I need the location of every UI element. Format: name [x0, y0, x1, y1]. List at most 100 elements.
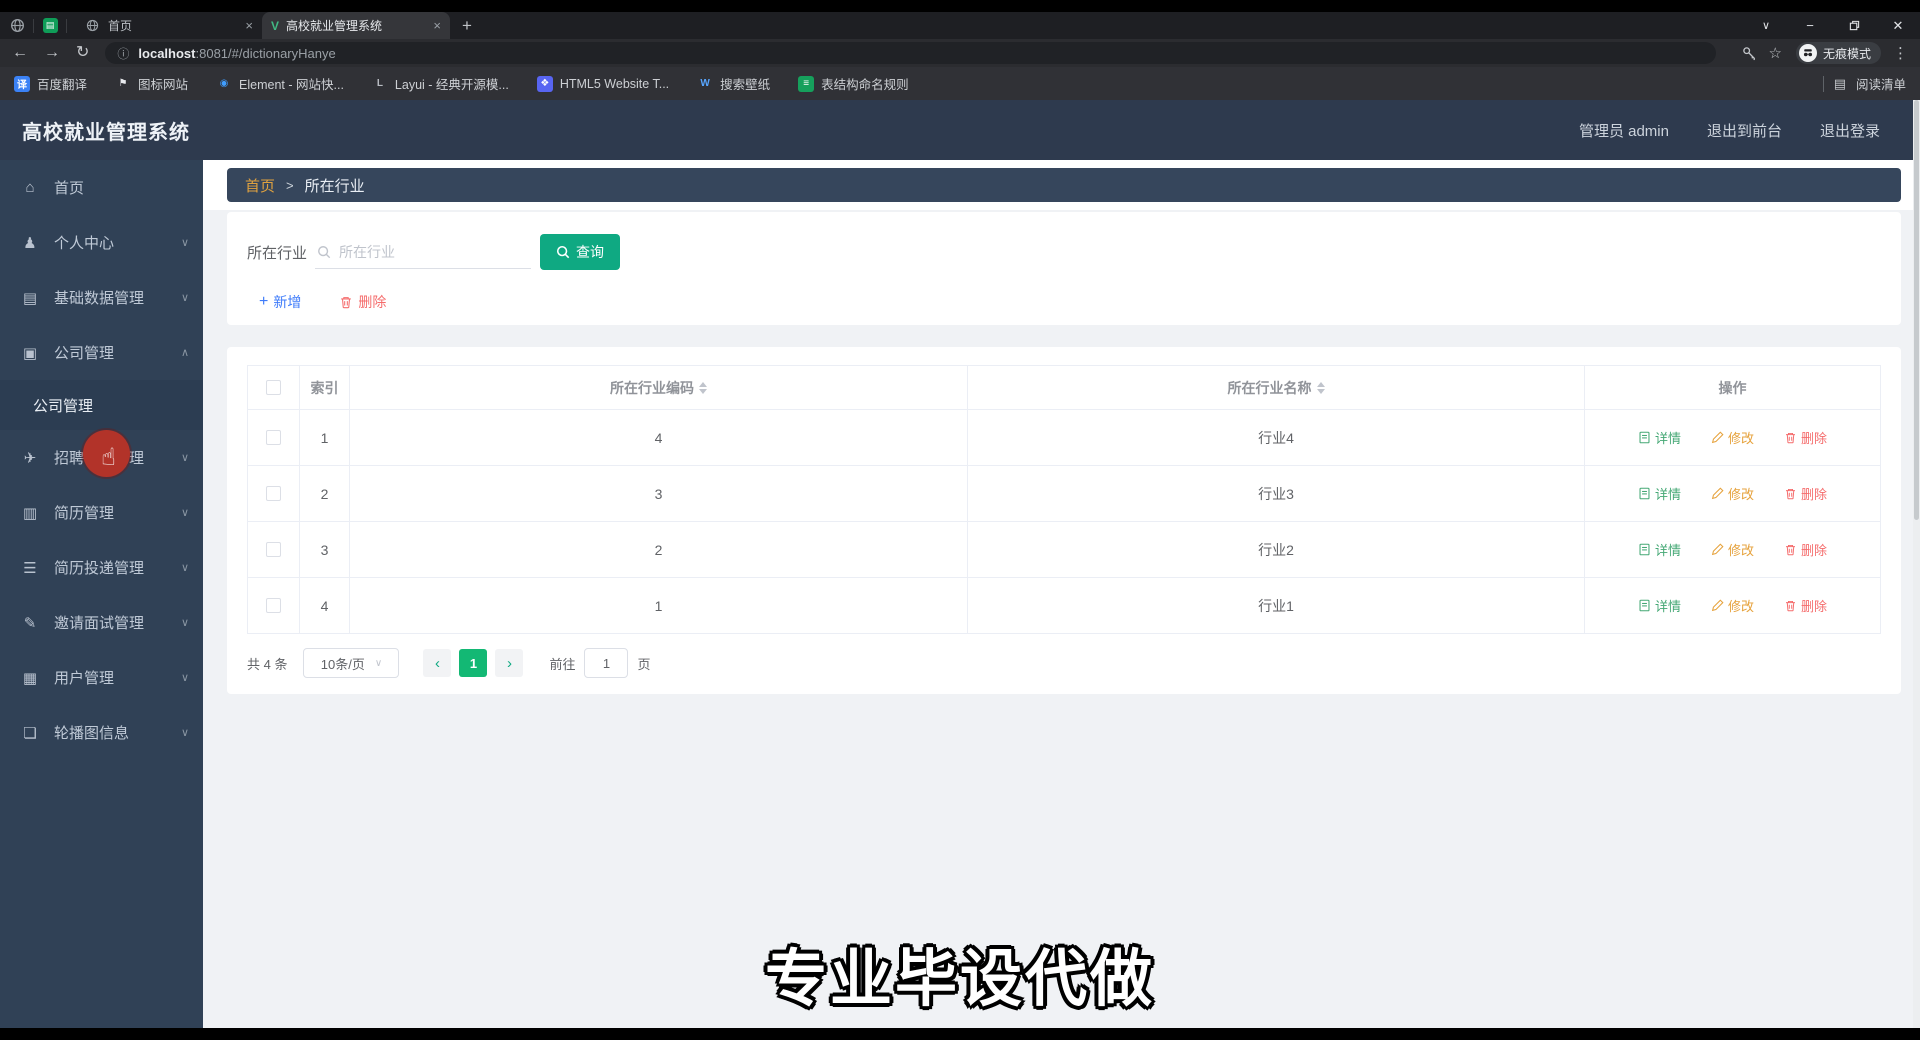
- document-icon: [1639, 487, 1650, 500]
- page-scrollbar[interactable]: [1913, 100, 1920, 1028]
- edit-button[interactable]: 修改: [1711, 540, 1754, 559]
- edit-button[interactable]: 修改: [1711, 596, 1754, 615]
- header-industry-code[interactable]: 所在行业编码: [350, 366, 968, 409]
- logout-link[interactable]: 退出登录: [1820, 120, 1880, 141]
- edit-button[interactable]: 修改: [1711, 484, 1754, 503]
- tab-home[interactable]: 首页 ×: [74, 12, 262, 39]
- row-checkbox-cell: [248, 578, 300, 633]
- chevron-down-icon: ∨: [180, 617, 189, 629]
- sidebar-item-user-mgmt[interactable]: ▦ 用户管理 ∨: [0, 650, 203, 705]
- close-tab-icon[interactable]: ×: [245, 18, 253, 33]
- delete-button[interactable]: 删除: [1784, 540, 1827, 559]
- sidebar-item-interview-invite[interactable]: ✎ 邀请面试管理 ∨: [0, 595, 203, 650]
- bookmark-element[interactable]: ◉ Element - 网站快...: [216, 74, 344, 93]
- select-all-checkbox[interactable]: [266, 380, 281, 395]
- bookmark-icon-site[interactable]: ⚑ 图标网站: [115, 74, 189, 93]
- tab-employment-system[interactable]: V 高校就业管理系统 ×: [262, 12, 450, 39]
- search-row: 所在行业 查询: [247, 234, 1881, 270]
- chevron-down-icon: ∨: [180, 292, 189, 304]
- detail-button[interactable]: 详情: [1638, 484, 1681, 503]
- row-checkbox-cell: [248, 410, 300, 465]
- sliders-icon: ☰: [23, 559, 37, 577]
- sidebar-item-resume-delivery[interactable]: ☰ 简历投递管理 ∨: [0, 540, 203, 595]
- bookmark-icon: ≡: [798, 75, 815, 92]
- pinned-sheets-icon[interactable]: ▤: [41, 17, 59, 35]
- close-tab-icon[interactable]: ×: [433, 18, 441, 33]
- sort-icon[interactable]: [1316, 381, 1325, 394]
- bookmarks-bar: 译 百度翻译 ⚑ 图标网站 ◉ Element - 网站快... L Layui…: [0, 67, 1920, 100]
- sidebar-item-resume-mgmt[interactable]: ▥ 简历管理 ∨: [0, 485, 203, 540]
- delete-button[interactable]: 删除: [1784, 484, 1827, 503]
- row-checkbox[interactable]: [266, 542, 281, 557]
- restore-icon[interactable]: [1832, 12, 1876, 39]
- close-window-icon[interactable]: ✕: [1876, 12, 1920, 39]
- query-button[interactable]: 查询: [540, 234, 621, 270]
- bookmark-naming-rules[interactable]: ≡ 表结构命名规则: [798, 74, 909, 93]
- document-icon: [1639, 543, 1650, 556]
- window-menu-icon[interactable]: ∨: [1744, 12, 1788, 39]
- sidebar-item-base-data[interactable]: ▤ 基础数据管理 ∨: [0, 270, 203, 325]
- delete-button[interactable]: 删除: [1784, 596, 1827, 615]
- header-industry-name[interactable]: 所在行业名称: [968, 366, 1585, 409]
- row-checkbox[interactable]: [266, 430, 281, 445]
- hand-cursor-icon: ☝: [101, 444, 116, 471]
- bookmark-icon: ◉: [219, 78, 229, 89]
- bookmark-wallpaper[interactable]: W 搜索壁纸: [697, 74, 770, 93]
- reload-icon[interactable]: ↻: [76, 45, 89, 61]
- pagination: 共 4 条 10条/页 ∨ ‹ 1 › 前往 页: [247, 648, 1881, 678]
- new-tab-button[interactable]: +: [462, 17, 472, 34]
- site-info-icon[interactable]: ⓘ: [117, 45, 129, 62]
- cell-actions: 详情 修改 删除: [1585, 466, 1880, 521]
- pinned-globe-icon[interactable]: [8, 17, 26, 35]
- current-page-button[interactable]: 1: [459, 649, 488, 677]
- goto-page-input[interactable]: [584, 648, 629, 678]
- sidebar-item-home[interactable]: ⌂ 首页: [0, 160, 203, 215]
- minimize-icon[interactable]: −: [1788, 12, 1832, 39]
- sidebar-subitem-company-mgmt[interactable]: 公司管理: [0, 380, 203, 430]
- sort-icon[interactable]: [699, 381, 707, 394]
- cell-index: 4: [300, 578, 350, 633]
- row-checkbox[interactable]: [266, 486, 281, 501]
- add-button[interactable]: + 新增: [259, 292, 301, 312]
- next-page-button[interactable]: ›: [495, 649, 524, 677]
- browser-menu-icon[interactable]: ⋮: [1893, 44, 1908, 62]
- page-size-select[interactable]: 10条/页 ∨: [303, 648, 400, 678]
- prev-page-button[interactable]: ‹: [423, 649, 452, 677]
- exit-to-front-link[interactable]: 退出到前台: [1707, 120, 1782, 141]
- content-area: 所在行业 查询 + 新增: [203, 210, 1920, 694]
- breadcrumb-home-link[interactable]: 首页: [245, 175, 275, 196]
- bookmark-baidu-translate[interactable]: 译 百度翻译: [14, 74, 87, 93]
- bookmark-layui[interactable]: L Layui - 经典开源模...: [372, 74, 509, 93]
- table-row: 3 2 行业2 详情 修改 删除: [248, 521, 1880, 577]
- row-checkbox[interactable]: [266, 598, 281, 613]
- sidebar-item-carousel-info[interactable]: ❏ 轮播图信息 ∨: [0, 705, 203, 760]
- forward-icon[interactable]: →: [44, 45, 60, 61]
- back-icon[interactable]: ←: [12, 45, 28, 61]
- delete-button[interactable]: 删除: [1784, 428, 1827, 447]
- batch-delete-button[interactable]: 删除: [339, 292, 386, 312]
- pencil-icon: [1711, 431, 1724, 444]
- search-input[interactable]: [339, 243, 530, 260]
- detail-button[interactable]: 详情: [1638, 428, 1681, 447]
- sidebar-item-company-mgmt[interactable]: ▣ 公司管理 ∧: [0, 325, 203, 380]
- scrollbar-thumb[interactable]: [1914, 100, 1919, 520]
- edit-button[interactable]: 修改: [1711, 428, 1754, 447]
- address-bar[interactable]: ⓘ localhost :8081/#/dictionaryHanye: [105, 42, 1716, 64]
- breadcrumb-current: 所在行业: [304, 177, 365, 195]
- detail-button[interactable]: 详情: [1638, 596, 1681, 615]
- table-row: 4 1 行业1 详情 修改 删除: [248, 577, 1880, 633]
- table-row: 1 4 行业4 详情 修改 删除: [248, 409, 1880, 465]
- incognito-icon: [1798, 44, 1817, 62]
- chevron-down-icon: ∨: [180, 507, 189, 519]
- tab-label: 首页: [108, 19, 133, 33]
- chevron-down-icon: ∨: [180, 672, 189, 684]
- password-key-icon[interactable]: [1742, 46, 1757, 61]
- chevron-down-icon: ∨: [180, 237, 189, 249]
- sidebar-item-personal-center[interactable]: ♟ 个人中心 ∨: [0, 215, 203, 270]
- bookmark-html5-template[interactable]: ❖ HTML5 Website T...: [536, 75, 669, 92]
- document-icon: [1639, 599, 1650, 612]
- grid-icon: ▦: [22, 669, 38, 687]
- detail-button[interactable]: 详情: [1638, 540, 1681, 559]
- bookmark-star-icon[interactable]: ☆: [1769, 44, 1782, 62]
- reading-list[interactable]: ▤ 阅读清单: [1822, 74, 1906, 93]
